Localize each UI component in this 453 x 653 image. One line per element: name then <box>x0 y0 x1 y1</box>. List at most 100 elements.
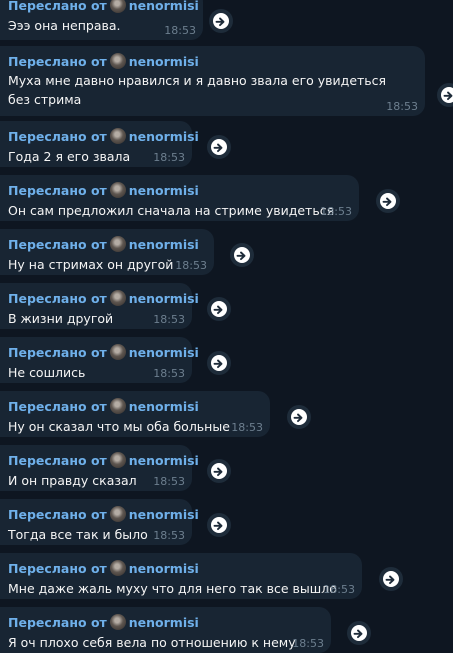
message-time: 18:53 <box>386 100 418 113</box>
share-arrow-icon <box>211 139 227 155</box>
forward-author-name[interactable]: nenormisi <box>129 345 199 360</box>
forwarded-label: Переслано от <box>8 560 107 576</box>
forwarded-label: Переслано от <box>8 290 107 306</box>
share-arrow-icon <box>211 301 227 317</box>
message-bubble[interactable]: Переслано от nenormisi Я оч плохо себя в… <box>0 607 331 653</box>
forward-header: Переслано от nenormisi <box>8 612 323 632</box>
avatar[interactable] <box>109 182 126 198</box>
message-bubble[interactable]: Переслано от nenormisi Муха мне давно нр… <box>0 46 425 116</box>
forward-header: Переслано от nenormisi <box>8 504 199 524</box>
share-arrow-icon <box>211 517 227 533</box>
message-bubble[interactable]: Переслано от nenormisi Не сошлись 18:53 <box>0 337 199 383</box>
forwarded-label: Переслано от <box>8 452 107 468</box>
message-text: Ну на стримах он другой <box>8 257 174 272</box>
message-bubble[interactable]: Переслано от nenormisi И он правду сказа… <box>0 445 199 491</box>
forward-author-name[interactable]: nenormisi <box>129 615 199 630</box>
avatar[interactable] <box>109 0 126 13</box>
share-button[interactable] <box>376 189 400 213</box>
message-bubble[interactable]: Переслано от nenormisi Тогда все так и б… <box>0 499 199 545</box>
message-bubble[interactable]: Переслано от nenormisi Мне даже жаль мух… <box>0 553 362 599</box>
message-time: 18:53 <box>153 475 185 488</box>
message-time: 18:53 <box>175 259 207 272</box>
message-bubble[interactable]: Переслано от nenormisi Ну на стримах он … <box>0 229 214 275</box>
message-bubble[interactable]: Переслано от nenormisi Он сам предложил … <box>0 175 359 221</box>
message-text: Года 2 я его звала <box>8 149 131 164</box>
share-button[interactable] <box>287 405 311 429</box>
message-text: Он сам предложил сначала на стриме увиде… <box>8 203 335 218</box>
share-arrow-icon <box>211 463 227 479</box>
message-text: И он правду сказал <box>8 473 137 488</box>
forward-header: Переслано от nenormisi <box>8 396 262 416</box>
forwarded-label: Переслано от <box>8 614 107 630</box>
share-arrow-icon <box>211 355 227 371</box>
message-text: Мне даже жаль муху что для него так все … <box>8 581 337 596</box>
message-text: Не сошлись <box>8 365 86 380</box>
message-text: Муха мне давно нравился и я давно звала … <box>8 73 387 107</box>
message-text: В жизни другой <box>8 311 114 326</box>
forwarded-label: Переслано от <box>8 128 107 144</box>
share-button[interactable] <box>207 513 231 537</box>
message-bubble[interactable]: Переслано от nenormisi В жизни другой 18… <box>0 283 199 329</box>
forward-author-name[interactable]: nenormisi <box>129 453 199 468</box>
share-arrow-icon <box>213 13 229 29</box>
avatar[interactable] <box>109 290 126 306</box>
avatar[interactable] <box>109 452 126 468</box>
forward-author-name[interactable]: nenormisi <box>129 237 199 252</box>
message-time: 18:53 <box>153 313 185 326</box>
share-arrow-icon <box>351 625 367 641</box>
forward-header: Переслано от nenormisi <box>8 51 417 71</box>
avatar[interactable] <box>109 53 126 69</box>
forward-author-name[interactable]: nenormisi <box>129 507 199 522</box>
message-time: 18:53 <box>153 151 185 164</box>
forwarded-label: Переслано от <box>8 53 107 69</box>
forward-author-name[interactable]: nenormisi <box>129 54 199 69</box>
share-button[interactable] <box>230 243 254 267</box>
message-time: 18:53 <box>231 421 263 434</box>
message-time: 18:53 <box>164 24 196 37</box>
avatar[interactable] <box>109 398 126 414</box>
chat-history: Переслано от nenormisi Эээ она неправа. … <box>0 0 453 653</box>
share-arrow-icon <box>380 193 396 209</box>
message-bubble[interactable]: Переслано от nenormisi Ну он сказал что … <box>0 391 270 437</box>
avatar[interactable] <box>109 128 126 144</box>
share-button[interactable] <box>207 459 231 483</box>
message-time: 18:53 <box>320 205 352 218</box>
forward-header: Переслано от nenormisi <box>8 234 206 254</box>
message-bubble[interactable]: Переслано от nenormisi Эээ она неправа. … <box>0 0 203 40</box>
forward-header: Переслано от nenormisi <box>8 288 199 308</box>
avatar[interactable] <box>109 236 126 252</box>
message-text: Ну он сказал что мы оба больные <box>8 419 230 434</box>
share-arrow-icon <box>383 571 399 587</box>
message-time: 18:53 <box>292 637 324 650</box>
forward-header: Переслано от nenormisi <box>8 342 199 362</box>
forward-header: Переслано от nenormisi <box>8 126 199 146</box>
avatar[interactable] <box>109 560 126 576</box>
forward-author-name[interactable]: nenormisi <box>129 183 199 198</box>
forwarded-label: Переслано от <box>8 0 107 13</box>
forward-author-name[interactable]: nenormisi <box>129 291 199 306</box>
forward-author-name[interactable]: nenormisi <box>129 399 199 414</box>
share-button[interactable] <box>207 297 231 321</box>
avatar[interactable] <box>109 506 126 522</box>
share-button[interactable] <box>207 135 231 159</box>
share-button[interactable] <box>209 9 233 33</box>
avatar[interactable] <box>109 344 126 360</box>
forwarded-label: Переслано от <box>8 344 107 360</box>
share-button[interactable] <box>379 567 403 591</box>
forwarded-label: Переслано от <box>8 182 107 198</box>
message-text: Тогда все так и было <box>8 527 148 542</box>
forward-author-name[interactable]: nenormisi <box>129 561 199 576</box>
forward-author-name[interactable]: nenormisi <box>129 129 199 144</box>
share-arrow-icon <box>234 247 250 263</box>
forward-header: Переслано от nenormisi <box>8 0 199 15</box>
forwarded-label: Переслано от <box>8 236 107 252</box>
forward-header: Переслано от nenormisi <box>8 180 351 200</box>
share-button[interactable] <box>437 83 453 107</box>
avatar[interactable] <box>109 614 126 630</box>
message-bubble[interactable]: Переслано от nenormisi Года 2 я его звал… <box>0 121 199 167</box>
share-arrow-icon <box>441 87 453 103</box>
share-button[interactable] <box>207 351 231 375</box>
share-button[interactable] <box>347 621 371 645</box>
message-time: 18:53 <box>323 583 355 596</box>
forward-author-name[interactable]: nenormisi <box>129 0 199 13</box>
